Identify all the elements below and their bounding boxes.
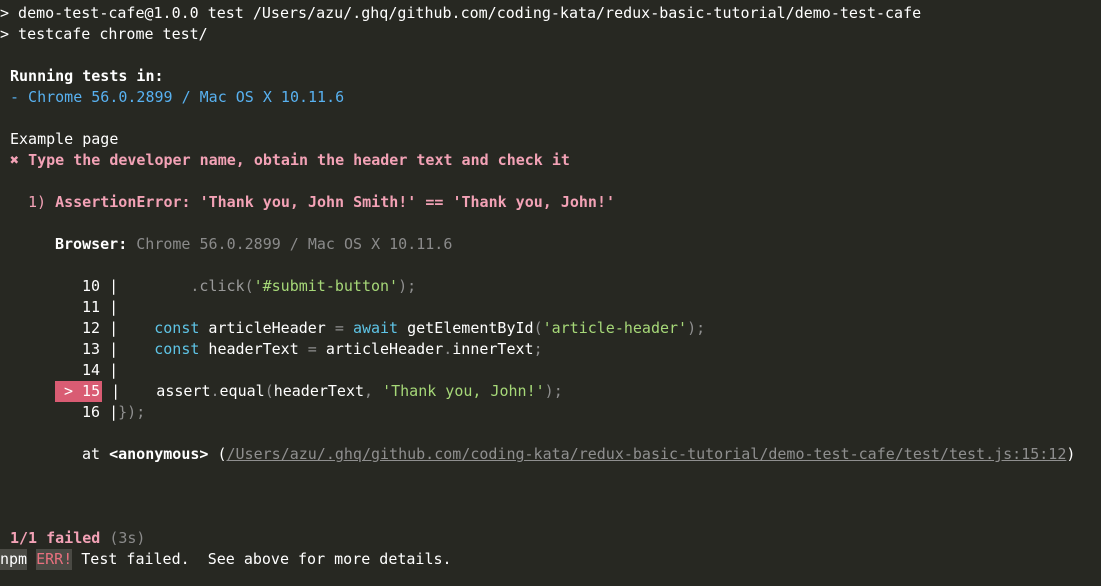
code-line-number: 14 [82,361,101,379]
code-line-separator: | [109,319,119,337]
code-line-separator: | [109,403,119,421]
code-line: 16 |}); [82,402,145,423]
fixture-name: Example page [10,129,118,150]
stack-trace-line: at <anonymous> (/Users/azu/.ghq/github.c… [82,444,1075,465]
error-browser-label: Browser: [55,235,128,253]
code-line-text: .click('#submit-button'); [190,277,417,295]
code-line-number: 12 [82,319,101,337]
summary-duration: (3s) [109,529,146,547]
code-line: 12 | const articleHeader = await getElem… [82,318,705,339]
code-line: 10 | .click('#submit-button'); [82,276,416,297]
running-browser-text: - Chrome 56.0.2899 / Mac OS X 10.11.6 [10,88,345,106]
failed-test-name: Type the developer name, obtain the head… [28,151,570,169]
npm-error-line: npm ERR! Test failed. See above for more… [0,549,452,570]
code-line-text: const articleHeader = await getElementBy… [154,319,706,337]
code-line-separator: | [109,361,119,379]
terminal-output: > demo-test-cafe@1.0.0 test /Users/azu/.… [0,0,1101,586]
stack-file-path-link[interactable]: /Users/azu/.ghq/github.com/coding-kata/r… [227,445,1067,463]
summary-failed-count: 1/1 failed [10,529,101,547]
running-browser: - Chrome 56.0.2899 / Mac OS X 10.11.6 [10,87,344,108]
npm-run-header-text: > demo-test-cafe@1.0.0 test /Users/azu/.… [0,4,922,22]
error-line-marker: > 15 [55,381,103,402]
code-line-separator: | [109,340,119,358]
stack-function-name: <anonymous> [109,445,209,463]
code-line-number: 10 [82,277,101,295]
testcafe-command-text: > testcafe chrome test/ [0,25,208,43]
code-line-text: const headerText = articleHeader.innerTe… [154,340,543,358]
error-index: 1) [28,193,47,211]
code-line-separator: | [111,382,121,400]
npm-prefix: npm [0,549,28,570]
assertion-error-line: 1) AssertionError: 'Thank you, John Smit… [28,192,615,213]
npm-err-badge: ERR! [36,549,73,570]
code-line-number: 16 [82,403,101,421]
code-line-text: }); [118,403,146,421]
error-browser-line: Browser: Chrome 56.0.2899 / Mac OS X 10.… [55,234,452,255]
code-line: 13 | const headerText = articleHeader.in… [82,339,543,360]
code-line-separator: | [109,277,119,295]
running-tests-title: Running tests in: [10,66,164,87]
assertion-error-message: AssertionError: 'Thank you, John Smith!'… [55,193,616,211]
code-line-number: 13 [82,340,101,358]
summary-line: 1/1 failed (3s) [10,528,145,549]
code-line-number: 11 [82,298,101,316]
stack-close-paren: ) [1066,445,1076,463]
code-line: 14 | [82,360,118,381]
failed-test-line: ✖ Type the developer name, obtain the he… [10,150,570,171]
running-tests-title-text: Running tests in: [10,67,164,85]
code-line: 11 | [82,297,118,318]
testcafe-command: > testcafe chrome test/ [0,24,208,45]
stack-open-paren: ( [217,445,227,463]
code-line-separator: | [109,298,119,316]
fixture-name-text: Example page [10,130,119,148]
npm-run-header: > demo-test-cafe@1.0.0 test /Users/azu/.… [0,3,921,24]
code-line-text: assert.equal(headerText, 'Thank you, Joh… [120,382,563,400]
fail-cross-icon: ✖ [10,151,20,169]
stack-at: at [82,445,101,463]
error-browser-value: Chrome 56.0.2899 / Mac OS X 10.11.6 [136,235,453,253]
code-line-highlighted: > 15 | assert.equal(headerText, 'Thank y… [55,381,563,402]
npm-error-message: Test failed. See above for more details. [72,550,452,568]
